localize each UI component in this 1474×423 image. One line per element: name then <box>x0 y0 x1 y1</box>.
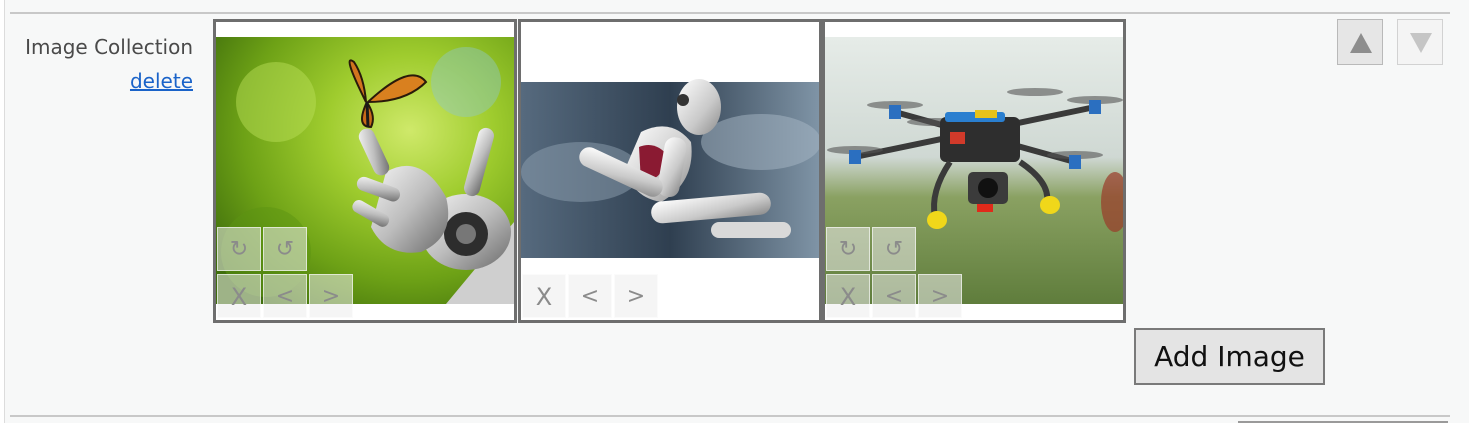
move-left-button[interactable]: < <box>568 274 612 318</box>
move-field-up-button[interactable] <box>1337 19 1383 65</box>
move-field-down-button[interactable] <box>1397 19 1443 65</box>
move-right-button[interactable]: > <box>309 274 353 318</box>
image-thumbnail-1[interactable]: ↻ ↺ X < > <box>213 19 517 323</box>
rotate-clockwise-button[interactable]: ↻ <box>826 227 870 271</box>
field-label: Image Collection <box>25 35 193 59</box>
remove-image-button[interactable]: X <box>217 274 261 318</box>
triangle-down-icon <box>1410 33 1432 53</box>
triangle-up-icon <box>1350 33 1372 53</box>
image-thumbnail-3[interactable]: ↻ ↺ X < > <box>822 19 1126 323</box>
move-right-button[interactable]: > <box>614 274 658 318</box>
add-image-button[interactable]: Add Image <box>1134 328 1325 385</box>
rotate-counterclockwise-button[interactable]: ↺ <box>263 227 307 271</box>
remove-image-button[interactable]: X <box>522 274 566 318</box>
rotate-counterclockwise-button[interactable]: ↺ <box>872 227 916 271</box>
delete-link[interactable]: delete <box>130 69 193 93</box>
move-left-button[interactable]: < <box>263 274 307 318</box>
move-right-button[interactable]: > <box>918 274 962 318</box>
top-divider <box>10 12 1450 14</box>
image-thumbnail-2[interactable]: X < > <box>518 19 822 323</box>
rotate-clockwise-button[interactable]: ↻ <box>217 227 261 271</box>
move-left-button[interactable]: < <box>872 274 916 318</box>
remove-image-button[interactable]: X <box>826 274 870 318</box>
bottom-divider <box>10 415 1450 417</box>
